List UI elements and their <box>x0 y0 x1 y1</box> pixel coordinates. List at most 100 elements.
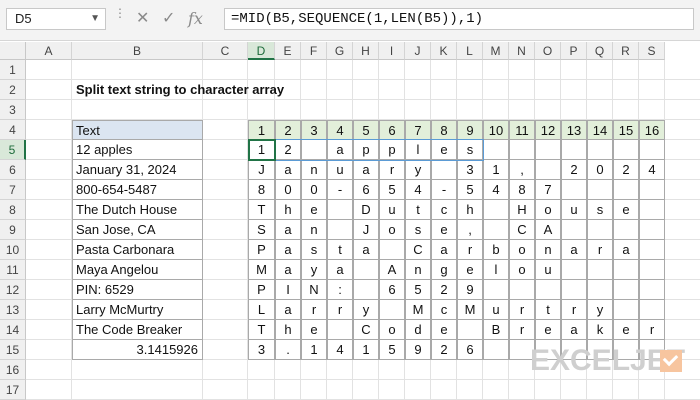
array-cell[interactable] <box>353 260 379 280</box>
array-cell[interactable]: o <box>379 220 405 240</box>
array-cell[interactable]: 2 <box>431 340 457 360</box>
array-cell[interactable]: C <box>405 240 431 260</box>
array-cell[interactable]: h <box>275 320 301 340</box>
array-cell[interactable]: y <box>587 300 613 320</box>
array-cell[interactable]: J <box>353 220 379 240</box>
array-cell[interactable]: 5 <box>405 280 431 300</box>
row-header-3[interactable]: 3 <box>0 100 26 120</box>
array-cell[interactable] <box>613 280 639 300</box>
array-cell[interactable]: e <box>431 220 457 240</box>
array-cell[interactable]: n <box>405 260 431 280</box>
array-cell[interactable]: B <box>483 320 509 340</box>
array-header-cell[interactable]: 16 <box>639 120 665 140</box>
array-cell[interactable]: A <box>379 260 405 280</box>
array-cell[interactable] <box>639 240 665 260</box>
array-cell[interactable]: a <box>431 240 457 260</box>
array-cell[interactable]: h <box>275 200 301 220</box>
array-cell[interactable]: 1 <box>248 140 275 160</box>
text-cell[interactable]: San Jose, CA <box>72 220 203 240</box>
array-cell[interactable]: N <box>301 280 327 300</box>
array-cell[interactable]: M <box>405 300 431 320</box>
array-cell[interactable]: y <box>301 260 327 280</box>
row-header-14[interactable]: 14 <box>0 320 26 340</box>
array-cell[interactable]: r <box>509 320 535 340</box>
array-cell[interactable]: a <box>353 240 379 260</box>
array-cell[interactable]: 5 <box>379 180 405 200</box>
array-cell[interactable] <box>509 140 535 160</box>
array-cell[interactable] <box>639 300 665 320</box>
column-header-s[interactable]: S <box>639 42 665 60</box>
array-cell[interactable]: a <box>327 140 353 160</box>
array-cell[interactable]: 7 <box>535 180 561 200</box>
array-cell[interactable] <box>639 140 665 160</box>
array-cell[interactable]: t <box>405 200 431 220</box>
array-cell[interactable]: e <box>301 200 327 220</box>
select-all-corner[interactable] <box>0 42 26 60</box>
row-header-17[interactable]: 17 <box>0 380 26 400</box>
array-cell[interactable]: a <box>561 240 587 260</box>
array-cell[interactable]: u <box>561 200 587 220</box>
array-cell[interactable]: C <box>509 220 535 240</box>
array-cell[interactable]: 1 <box>301 340 327 360</box>
column-header-n[interactable]: N <box>509 42 535 60</box>
array-cell[interactable] <box>613 220 639 240</box>
array-cell[interactable] <box>327 220 353 240</box>
row-header-4[interactable]: 4 <box>0 120 26 140</box>
array-cell[interactable]: e <box>457 260 483 280</box>
array-cell[interactable] <box>587 280 613 300</box>
array-header-cell[interactable]: 10 <box>483 120 509 140</box>
array-cell[interactable]: I <box>275 280 301 300</box>
array-cell[interactable]: 0 <box>275 180 301 200</box>
row-header-9[interactable]: 9 <box>0 220 26 240</box>
array-cell[interactable]: r <box>509 300 535 320</box>
array-cell[interactable]: s <box>457 140 483 160</box>
row-header-16[interactable]: 16 <box>0 360 26 380</box>
array-cell[interactable]: 2 <box>275 140 301 160</box>
array-cell[interactable]: - <box>327 180 353 200</box>
array-cell[interactable] <box>535 140 561 160</box>
array-cell[interactable]: a <box>275 160 301 180</box>
array-cell[interactable]: p <box>353 140 379 160</box>
column-header-p[interactable]: P <box>561 42 587 60</box>
array-header-cell[interactable]: 11 <box>509 120 535 140</box>
column-header-c[interactable]: C <box>203 42 248 60</box>
array-cell[interactable]: , <box>509 160 535 180</box>
array-cell[interactable]: 2 <box>431 280 457 300</box>
array-cell[interactable]: o <box>509 240 535 260</box>
array-cell[interactable]: M <box>457 300 483 320</box>
text-cell[interactable]: The Dutch House <box>72 200 203 220</box>
array-cell[interactable] <box>431 160 457 180</box>
array-cell[interactable]: a <box>275 300 301 320</box>
array-cell[interactable]: a <box>561 320 587 340</box>
array-cell[interactable]: P <box>248 280 275 300</box>
array-cell[interactable]: a <box>275 220 301 240</box>
text-cell[interactable]: The Code Breaker <box>72 320 203 340</box>
array-cell[interactable] <box>613 300 639 320</box>
array-cell[interactable]: L <box>248 300 275 320</box>
array-header-cell[interactable]: 7 <box>405 120 431 140</box>
column-header-a[interactable]: A <box>26 42 72 60</box>
cancel-icon[interactable]: ✕ <box>136 8 149 30</box>
array-cell[interactable]: b <box>483 240 509 260</box>
array-cell[interactable]: 6 <box>457 340 483 360</box>
text-cell[interactable]: PIN: 6529 <box>72 280 203 300</box>
column-header-g[interactable]: G <box>327 42 353 60</box>
array-cell[interactable]: e <box>613 320 639 340</box>
array-header-cell[interactable]: 8 <box>431 120 457 140</box>
text-cell[interactable]: Pasta Carbonara <box>72 240 203 260</box>
array-cell[interactable] <box>483 220 509 240</box>
column-header-m[interactable]: M <box>483 42 509 60</box>
array-cell[interactable]: 3 <box>248 340 275 360</box>
array-cell[interactable]: a <box>353 160 379 180</box>
array-cell[interactable]: u <box>379 200 405 220</box>
array-cell[interactable]: 2 <box>561 160 587 180</box>
array-cell[interactable]: e <box>301 320 327 340</box>
array-cell[interactable] <box>561 260 587 280</box>
text-cell[interactable]: January 31, 2024 <box>72 160 203 180</box>
array-cell[interactable]: 8 <box>509 180 535 200</box>
array-cell[interactable] <box>561 220 587 240</box>
array-cell[interactable]: a <box>275 240 301 260</box>
row-header-10[interactable]: 10 <box>0 240 26 260</box>
array-cell[interactable]: k <box>587 320 613 340</box>
array-cell[interactable] <box>327 320 353 340</box>
